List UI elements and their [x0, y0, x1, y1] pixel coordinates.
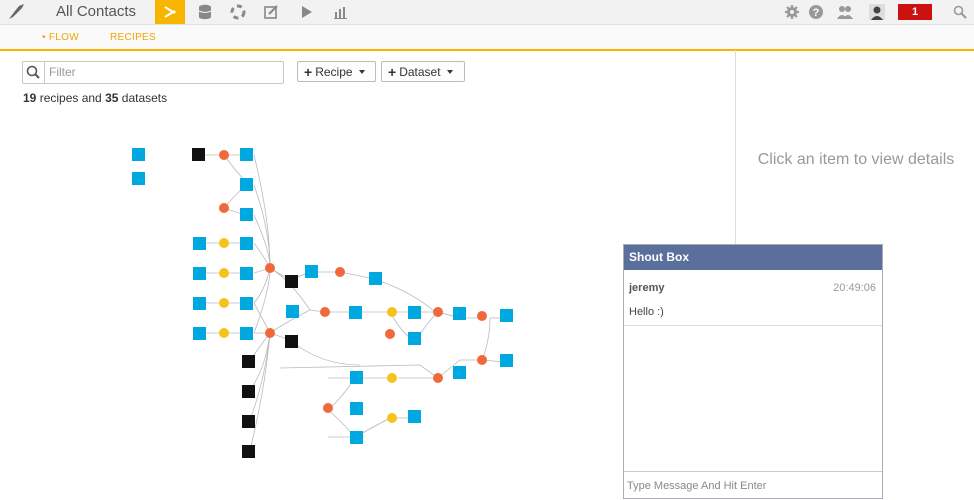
- prepare-recipe-node[interactable]: [387, 413, 397, 423]
- datasets-count: 35: [105, 91, 119, 105]
- shout-message-time: 20:49:06: [833, 282, 876, 294]
- dataset-node-dark[interactable]: [192, 148, 205, 161]
- avatar[interactable]: [862, 0, 892, 24]
- prepare-recipe-node[interactable]: [387, 307, 397, 317]
- add-dataset-button[interactable]: + Dataset: [381, 61, 465, 82]
- flow-summary: 19 recipes and 35 datasets: [23, 91, 167, 105]
- shout-message-user: jeremy: [629, 282, 665, 294]
- dataset-node[interactable]: [240, 178, 253, 191]
- dataset-node[interactable]: [132, 148, 145, 161]
- flow-icon[interactable]: [155, 0, 185, 24]
- recipe-node[interactable]: [323, 403, 333, 413]
- prepare-recipe-node[interactable]: [219, 328, 229, 338]
- dataset-node[interactable]: [408, 306, 421, 319]
- sub-navigation: • FLOW RECIPES: [0, 25, 974, 51]
- dataset-node-dark[interactable]: [242, 355, 255, 368]
- dataset-button-label: Dataset: [399, 64, 441, 79]
- details-placeholder: Click an item to view details: [757, 151, 955, 168]
- notification-badge[interactable]: 1: [898, 4, 932, 20]
- shout-message: jeremy 20:49:06 Hello :): [624, 270, 882, 326]
- search-icon[interactable]: [945, 0, 974, 24]
- dataset-node[interactable]: [132, 172, 145, 185]
- caret-down-icon: [446, 69, 453, 74]
- recipe-node[interactable]: [219, 150, 229, 160]
- plus-icon: +: [388, 63, 397, 80]
- recipe-node[interactable]: [265, 263, 275, 273]
- filter-field: [22, 61, 284, 84]
- recipe-node[interactable]: [433, 373, 443, 383]
- add-recipe-button[interactable]: + Recipe: [297, 61, 376, 82]
- dataset-node-dark[interactable]: [285, 335, 298, 348]
- dataset-node[interactable]: [350, 431, 363, 444]
- dataset-node[interactable]: [350, 402, 363, 415]
- shout-message-text: Hello :): [629, 306, 664, 318]
- dataset-node-dark[interactable]: [242, 385, 255, 398]
- recipe-node[interactable]: [385, 329, 395, 339]
- shout-box: Shout Box jeremy 20:49:06 Hello :): [623, 244, 883, 499]
- dataset-node[interactable]: [349, 306, 362, 319]
- users-icon[interactable]: [830, 0, 860, 24]
- dataset-node[interactable]: [408, 410, 421, 423]
- dataset-node[interactable]: [305, 265, 318, 278]
- recipe-node[interactable]: [320, 307, 330, 317]
- dataset-node-dark[interactable]: [242, 415, 255, 428]
- prepare-recipe-node[interactable]: [387, 373, 397, 383]
- dataset-node-dark[interactable]: [285, 275, 298, 288]
- bird-logo-icon[interactable]: [6, 2, 28, 22]
- dataset-node[interactable]: [193, 267, 206, 280]
- dataset-node[interactable]: [240, 297, 253, 310]
- dataset-node-dark[interactable]: [242, 445, 255, 458]
- recipe-button-label: Recipe: [315, 64, 353, 79]
- dataset-node[interactable]: [500, 354, 513, 367]
- top-bar: All Contacts ? 1: [0, 0, 974, 25]
- recipe-node[interactable]: [265, 328, 275, 338]
- shout-input-area: [624, 471, 882, 500]
- tab-flow[interactable]: • FLOW: [42, 32, 79, 43]
- play-icon[interactable]: [292, 0, 322, 24]
- chart-icon[interactable]: [326, 0, 356, 24]
- dataset-node[interactable]: [350, 371, 363, 384]
- recipes-text: recipes and: [36, 91, 106, 105]
- search-icon: [23, 62, 45, 83]
- dataset-node[interactable]: [240, 148, 253, 161]
- dataset-node[interactable]: [286, 305, 299, 318]
- prepare-recipe-node[interactable]: [219, 238, 229, 248]
- prepare-recipe-node[interactable]: [219, 298, 229, 308]
- dataset-node[interactable]: [193, 237, 206, 250]
- caret-down-icon: [358, 69, 365, 74]
- dataset-node[interactable]: [240, 327, 253, 340]
- recipe-node[interactable]: [433, 307, 443, 317]
- recipe-node[interactable]: [335, 267, 345, 277]
- flow-datasets: [132, 148, 513, 444]
- notebook-icon[interactable]: [256, 0, 286, 24]
- lifebuoy-icon[interactable]: [223, 0, 253, 24]
- recipe-node[interactable]: [219, 203, 229, 213]
- dataset-node[interactable]: [240, 237, 253, 250]
- dataset-node[interactable]: [453, 307, 466, 320]
- project-title[interactable]: All Contacts: [56, 3, 136, 20]
- filter-input[interactable]: [49, 64, 274, 80]
- svg-text:?: ?: [813, 7, 820, 19]
- dataset-node[interactable]: [369, 272, 382, 285]
- help-icon[interactable]: ?: [801, 0, 831, 24]
- dataset-node[interactable]: [240, 208, 253, 221]
- dataset-node[interactable]: [193, 297, 206, 310]
- recipe-node[interactable]: [477, 311, 487, 321]
- recipe-node[interactable]: [477, 355, 487, 365]
- plus-icon: +: [304, 63, 313, 80]
- prepare-recipe-node[interactable]: [219, 268, 229, 278]
- shout-box-title[interactable]: Shout Box: [624, 245, 882, 270]
- dataset-node[interactable]: [500, 309, 513, 322]
- datasets-text: datasets: [118, 91, 168, 105]
- dataset-node[interactable]: [453, 366, 466, 379]
- dataset-node[interactable]: [240, 267, 253, 280]
- recipes-count: 19: [23, 91, 37, 105]
- dataset-node[interactable]: [193, 327, 206, 340]
- tab-recipes[interactable]: RECIPES: [110, 32, 156, 43]
- dataset-node[interactable]: [408, 332, 421, 345]
- datasets-icon[interactable]: [190, 0, 220, 24]
- flow-graph[interactable]: [120, 140, 530, 480]
- shout-message-input[interactable]: [627, 478, 877, 494]
